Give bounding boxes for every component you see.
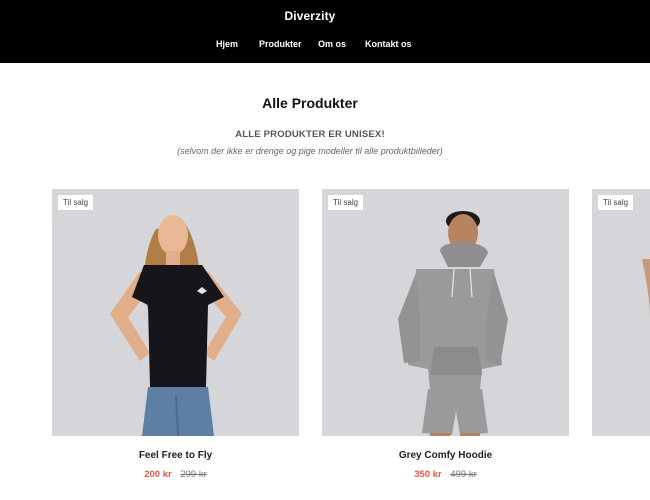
sale-badge: Til salg (58, 195, 94, 210)
sale-price: 350 kr (414, 469, 442, 480)
product-card[interactable]: Til salg (592, 189, 650, 436)
product-prices: 350 kr 499 kr (322, 469, 569, 480)
product-image[interactable]: Til salg (592, 189, 650, 436)
product-card[interactable]: Til salg Feel Free to Fly 200 kr 299 kr (52, 189, 299, 480)
unisex-note: (selvom der ikke er drenge og pige model… (177, 146, 443, 156)
sale-badge: Til salg (598, 195, 634, 210)
product-photo-hoodie (322, 189, 569, 436)
original-price: 299 kr (180, 469, 207, 480)
original-price: 499 kr (450, 469, 477, 480)
nav-item-hjem[interactable]: Hjem (216, 39, 238, 49)
site-header: Diverzity Hjem Produkter Om os Kontakt o… (0, 0, 650, 63)
nav-item-produkter[interactable]: Produkter (259, 39, 302, 49)
sale-badge: Til salg (328, 195, 364, 210)
sale-price: 200 kr (144, 469, 172, 480)
product-image[interactable]: Til salg (52, 189, 299, 436)
unisex-heading: ALLE PRODUKTER ER UNISEX! (235, 129, 385, 140)
page-title: Alle Produkter (262, 95, 358, 111)
product-photo-partial (592, 189, 650, 436)
product-name[interactable]: Feel Free to Fly (52, 450, 299, 461)
nav-item-om-os[interactable]: Om os (318, 39, 346, 49)
product-prices: 200 kr 299 kr (52, 469, 299, 480)
brand-logo[interactable]: Diverzity (0, 9, 620, 23)
product-photo-tshirt (52, 189, 299, 436)
product-card[interactable]: Til salg Grey Comfy Hoodie 350 kr 499 kr (322, 189, 569, 480)
product-name[interactable]: Grey Comfy Hoodie (322, 450, 569, 461)
nav-item-kontakt-os[interactable]: Kontakt os (365, 39, 412, 49)
product-image[interactable]: Til salg (322, 189, 569, 436)
